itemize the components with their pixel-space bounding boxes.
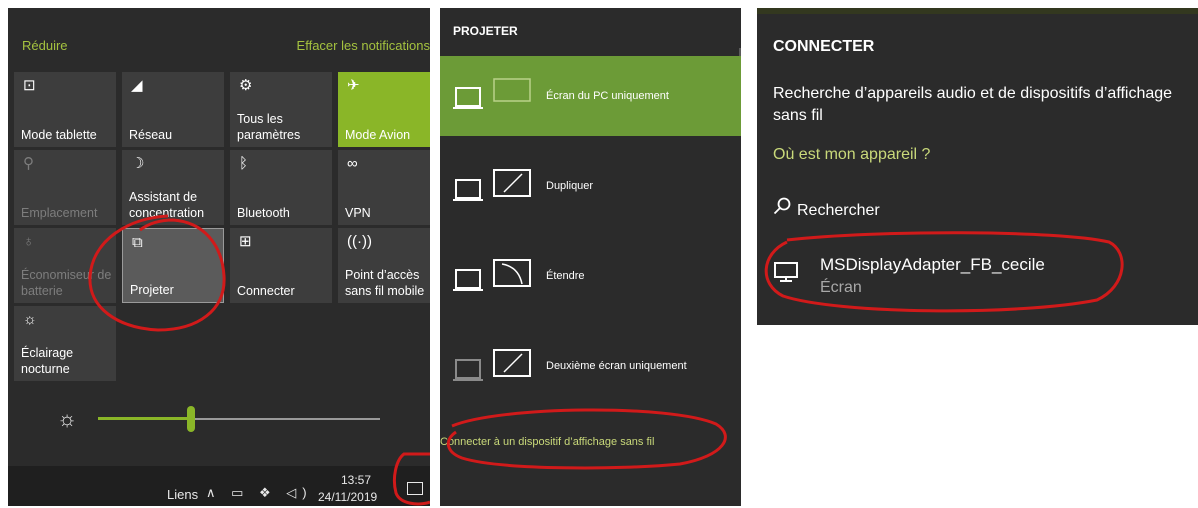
tile-label: VPN (345, 206, 371, 220)
device-name[interactable]: MSDisplayAdapter_FB_cecile (820, 255, 1045, 275)
links-toolbar[interactable]: Liens (167, 487, 198, 502)
action-center-panel: Réduire Effacer les notifications ⊡ Mode … (8, 8, 430, 506)
option-label: Étendre (546, 270, 585, 282)
tile-label: Économiseur de batterie (21, 268, 112, 298)
tile-label: Point d’accès sans fil mobile (345, 268, 425, 298)
monitor-icon (774, 262, 798, 282)
bluetooth-icon: ᛒ (239, 155, 249, 172)
pc-screen-only-icon (453, 78, 531, 109)
tile-gear[interactable]: ⚙ Tous les paramètres (230, 72, 332, 147)
tile-vpn[interactable]: ∞ VPN (338, 150, 430, 225)
project-icon: ⧉ (132, 234, 143, 251)
brightness-icon: ☼ (57, 406, 78, 431)
tile-airplane[interactable]: ✈ Mode Avion (338, 72, 430, 147)
search-label: Rechercher (797, 202, 880, 219)
system-tray-icons[interactable]: ∧ ▭ ❖ ◁) (206, 485, 313, 501)
airplane-icon: ✈ (347, 77, 360, 94)
hotspot-icon: ((·)) (347, 233, 372, 250)
brightness-slider-fill (98, 417, 192, 420)
extend-icon (453, 259, 531, 291)
option-extend[interactable]: Étendre (440, 236, 741, 316)
tile-bluetooth[interactable]: ᛒ Bluetooth (230, 150, 332, 225)
tile-label: Bluetooth (237, 206, 290, 220)
tile-label: Réseau (129, 128, 173, 142)
gear-icon: ⚙ (239, 77, 253, 94)
option-label: Deuxième écran uniquement (546, 360, 687, 372)
tile-label: Connecter (237, 284, 295, 298)
notification-center-icon[interactable] (407, 482, 423, 495)
project-title: PROJETER (453, 24, 518, 38)
clear-notifications-link[interactable]: Effacer les notifications (297, 38, 430, 53)
brightness-slider-thumb[interactable] (187, 406, 196, 432)
night-light-icon: ☼ (23, 311, 37, 328)
network-icon: ◢ (131, 77, 143, 94)
tile-network[interactable]: ◢ Réseau (122, 72, 224, 147)
connect-wireless-display-link[interactable]: Connecter à un dispositif d’affichage sa… (440, 436, 654, 448)
tile-connect[interactable]: ⊞ Connecter (230, 228, 332, 303)
moon-icon: ☽ (131, 155, 145, 172)
tile-label: Mode Avion (345, 128, 411, 142)
tile-night-light[interactable]: ☼ Éclairage nocturne (14, 306, 116, 381)
tile-location[interactable]: ⚲ Emplacement (14, 150, 116, 225)
search-button[interactable]: Rechercher (773, 197, 880, 220)
tile-label: Tous les paramètres (237, 112, 301, 142)
tile-battery-saver[interactable]: ♁ Économiseur de batterie (14, 228, 116, 303)
second-screen-only-icon (453, 349, 531, 381)
connect-title: CONNECTER (773, 38, 875, 55)
tile-project[interactable]: ⧉ Projeter (122, 228, 224, 303)
option-second-screen-only[interactable]: Deuxième écran uniquement (440, 326, 741, 406)
option-label: Écran du PC uniquement (546, 90, 669, 102)
connect-icon: ⊞ (239, 233, 252, 250)
clock-date[interactable]: 24/11/2019 (318, 490, 377, 504)
tile-tablet-mode[interactable]: ⊡ Mode tablette (14, 72, 116, 147)
top-strip (757, 8, 1198, 14)
option-duplicate[interactable]: Dupliquer (440, 146, 741, 226)
duplicate-icon (453, 169, 531, 201)
option-label: Dupliquer (546, 180, 594, 192)
tile-hotspot[interactable]: ((·)) Point d’accès sans fil mobile (338, 228, 430, 303)
tile-label: Mode tablette (21, 128, 97, 142)
search-icon (773, 197, 791, 215)
connect-description: Recherche d’appareils audio et de dispos… (773, 85, 1173, 124)
tile-label: Éclairage nocturne (21, 346, 74, 376)
collapse-link[interactable]: Réduire (22, 38, 68, 53)
tile-label: Projeter (130, 283, 174, 297)
tile-moon[interactable]: ☽ Assistant de concentration (122, 150, 224, 225)
tablet-mode-icon: ⊡ (23, 77, 36, 94)
option-pc-screen-only[interactable]: Écran du PC uniquement (440, 56, 741, 136)
tile-label: Emplacement (21, 206, 98, 220)
project-panel: PROJETER Écran du PC uniquement Duplique… (440, 8, 741, 506)
connect-panel: CONNECTER Recherche d’appareils audio et… (757, 8, 1198, 325)
taskbar: Liens ∧ ▭ ❖ ◁) 13:57 24/11/2019 (8, 466, 430, 506)
device-type: Écran (820, 279, 862, 296)
location-icon: ⚲ (23, 155, 34, 172)
vpn-icon: ∞ (347, 155, 358, 172)
battery-saver-icon: ♁ (23, 233, 35, 250)
clock-time[interactable]: 13:57 (341, 473, 371, 487)
where-is-my-device-link[interactable]: Où est mon appareil ? (773, 146, 930, 164)
tile-label: Assistant de concentration (129, 190, 205, 220)
